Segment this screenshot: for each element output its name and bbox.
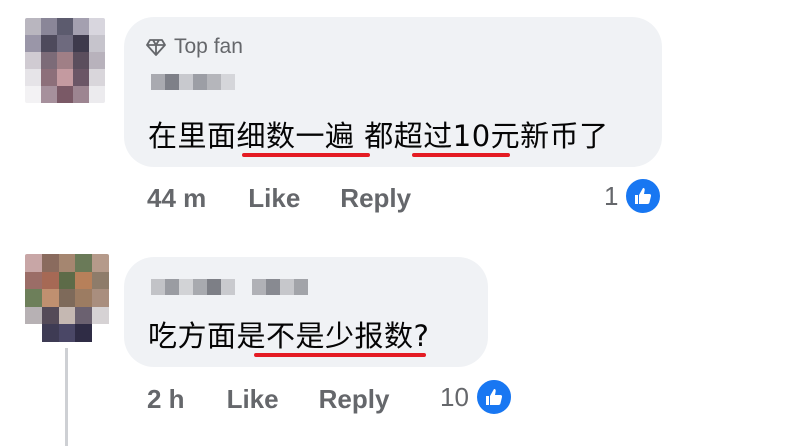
- thread-line: [65, 348, 68, 446]
- highlight-underline: [254, 353, 426, 357]
- reaction-count: 10: [440, 381, 469, 412]
- comment-timestamp[interactable]: 2 h: [147, 384, 185, 415]
- comment-bubble: 吃方面是不是少报数?: [124, 257, 488, 367]
- avatar[interactable]: [25, 254, 109, 342]
- comment-bubble: Top fan 在里面细数一遍 都超过10元新币了: [124, 17, 662, 167]
- commenter-name[interactable]: [151, 74, 235, 90]
- comment-text: 在里面细数一遍 都超过10元新币了: [148, 119, 609, 153]
- comment-actions: 44 m Like Reply: [147, 183, 411, 214]
- comment-timestamp[interactable]: 44 m: [147, 183, 206, 214]
- reaction-summary[interactable]: 1: [604, 177, 663, 215]
- reply-button[interactable]: Reply: [319, 384, 390, 415]
- reaction-summary[interactable]: 10: [440, 378, 513, 416]
- commenter-name-secondary[interactable]: [252, 279, 308, 295]
- avatar[interactable]: [25, 18, 105, 103]
- like-button[interactable]: Like: [227, 384, 279, 415]
- comment-text: 吃方面是不是少报数?: [148, 319, 430, 353]
- diamond-icon: [146, 39, 166, 56]
- highlight-underline: [242, 153, 370, 157]
- commenter-name[interactable]: [151, 279, 235, 295]
- thumbs-up-icon: [624, 177, 663, 215]
- thumbs-up-icon: [474, 378, 513, 416]
- reply-button[interactable]: Reply: [340, 183, 411, 214]
- highlight-underline: [412, 153, 510, 157]
- like-button[interactable]: Like: [248, 183, 300, 214]
- badge-label: Top fan: [174, 35, 243, 58]
- reaction-count: 1: [604, 180, 619, 211]
- comment-actions: 2 h Like Reply: [147, 384, 389, 415]
- top-fan-badge: Top fan: [146, 35, 243, 59]
